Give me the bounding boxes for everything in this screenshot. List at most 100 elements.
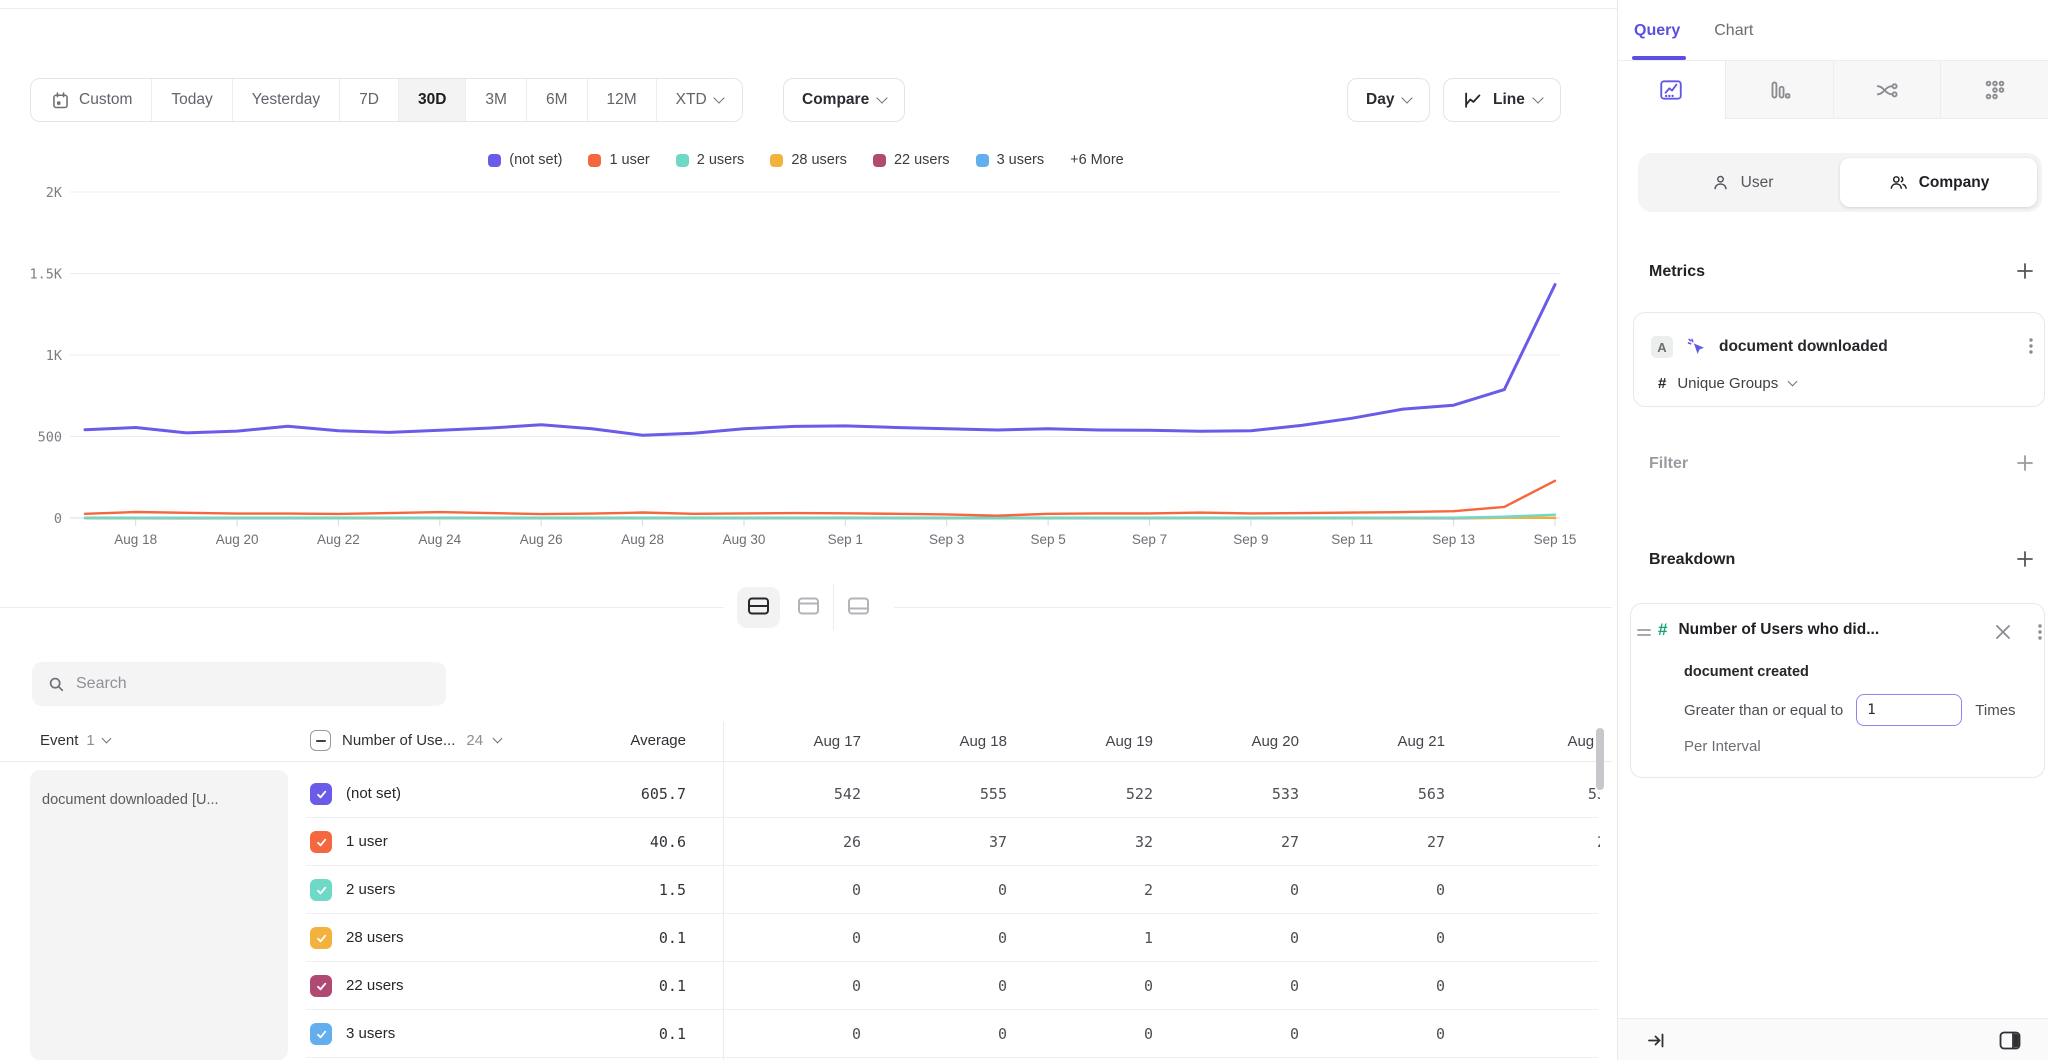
line-chart-type-tab[interactable]: [1618, 61, 1725, 119]
series-value: 0: [1453, 962, 1600, 1010]
check-icon: [314, 1027, 329, 1042]
search-input[interactable]: [76, 675, 432, 693]
add-metric-button[interactable]: [2014, 260, 2036, 282]
metric-menu-button[interactable]: [2022, 335, 2040, 357]
range-button-12m[interactable]: 12M: [588, 79, 657, 121]
svg-text:2K: 2K: [46, 185, 63, 201]
svg-text:Sep 1: Sep 1: [828, 532, 863, 547]
number-property-icon: #: [1658, 620, 1667, 640]
series-value: 0: [1453, 1010, 1600, 1058]
split-view-icon: [746, 594, 771, 618]
table-row: 28 users0.1001000: [0, 914, 1612, 962]
series-value: 542: [723, 770, 869, 818]
drag-handle-icon[interactable]: [1637, 626, 1651, 639]
measure-dropdown[interactable]: # Unique Groups: [1658, 375, 1796, 392]
bottom-pane-icon: [846, 594, 871, 618]
svg-text:Aug 24: Aug 24: [418, 532, 461, 547]
chart-type-dropdown[interactable]: Line: [1443, 78, 1561, 122]
series-value: 533: [1161, 770, 1307, 818]
metric-badge: A: [1651, 336, 1673, 358]
kebab-icon: [2031, 621, 2048, 643]
metric-card[interactable]: A document downloaded # Unique Groups: [1633, 312, 2045, 407]
range-button-custom[interactable]: Custom: [31, 79, 152, 121]
svg-text:Sep 15: Sep 15: [1534, 532, 1577, 547]
svg-text:Aug 22: Aug 22: [317, 532, 360, 547]
series-values: 542555522533563535: [723, 770, 1600, 818]
range-button-xtd[interactable]: XTD: [657, 79, 742, 121]
series-label: 3 users: [346, 1010, 395, 1058]
date-column-header: Aug 19: [1015, 722, 1161, 762]
event-header-label: Event: [40, 732, 78, 749]
range-button-yesterday[interactable]: Yesterday: [233, 79, 340, 121]
chart-only-view-button[interactable]: [784, 584, 834, 630]
group-toggle: User Company: [1638, 153, 2042, 212]
table-row: 1 user40.6263732272725: [0, 818, 1612, 866]
tab-query[interactable]: Query: [1634, 22, 1680, 40]
series-checkbox[interactable]: [310, 1023, 332, 1045]
panel-tabs: Query Chart: [1634, 22, 1753, 40]
series-value: 0: [1307, 866, 1453, 914]
series-checkbox[interactable]: [310, 831, 332, 853]
breakdown-row: # Number of Users who did...: [1658, 620, 1879, 640]
side-panel-button[interactable]: [1998, 1029, 2022, 1057]
search-icon: [46, 674, 66, 694]
select-all-checkbox[interactable]: [310, 730, 331, 751]
breakdown-menu-button[interactable]: [2031, 621, 2048, 643]
range-button-30d[interactable]: 30D: [399, 79, 466, 121]
measure-label: Unique Groups: [1677, 375, 1778, 392]
bar-chart-type-tab[interactable]: [1725, 61, 1833, 119]
average-column-header: Average: [536, 732, 694, 749]
compare-button[interactable]: Compare: [783, 78, 905, 122]
series-label: (not set): [346, 770, 401, 818]
table-row: 2 users1.5002000: [0, 866, 1612, 914]
table-scrollbar[interactable]: [1596, 728, 1604, 790]
company-segment[interactable]: Company: [1840, 158, 2037, 207]
add-filter-button[interactable]: [2014, 452, 2036, 474]
series-checkbox[interactable]: [310, 927, 332, 949]
range-button-3m[interactable]: 3M: [466, 79, 527, 121]
line-chart[interactable]: 05001K1.5K2KAug 18Aug 20Aug 22Aug 24Aug …: [0, 140, 1612, 560]
series-value: 27: [1307, 818, 1453, 866]
table-row: 22 users0.1000000: [0, 962, 1612, 1010]
series-value: 0: [723, 962, 869, 1010]
interval-label: Day: [1366, 91, 1394, 109]
series-value: 0: [869, 914, 1015, 962]
check-icon: [314, 787, 329, 802]
svg-text:1K: 1K: [46, 348, 63, 364]
condition-value-input[interactable]: [1856, 694, 1962, 726]
series-values: 000000: [723, 962, 1600, 1010]
range-button-7d[interactable]: 7D: [340, 79, 399, 121]
svg-text:Sep 3: Sep 3: [929, 532, 964, 547]
check-icon: [314, 979, 329, 994]
line-chart-icon: [1462, 89, 1484, 111]
series-checkbox[interactable]: [310, 783, 332, 805]
series-value: 0: [723, 1010, 869, 1058]
breakdown-card[interactable]: # Number of Users who did... document cr…: [1630, 603, 2045, 778]
flow-chart-icon: [1874, 77, 1900, 103]
series-checkbox[interactable]: [310, 879, 332, 901]
split-view-button[interactable]: [734, 584, 784, 630]
series-value: 0: [1161, 962, 1307, 1010]
svg-text:Aug 28: Aug 28: [621, 532, 664, 547]
remove-breakdown-button[interactable]: [1993, 622, 2013, 642]
range-button-today[interactable]: Today: [152, 79, 232, 121]
more-chart-types-tab[interactable]: [1940, 61, 2048, 119]
collapse-panel-button[interactable]: [1646, 1030, 1667, 1056]
tab-chart[interactable]: Chart: [1714, 22, 1753, 40]
flow-chart-type-tab[interactable]: [1833, 61, 1941, 119]
table-only-view-button[interactable]: [834, 584, 884, 630]
close-icon: [1993, 622, 2013, 642]
range-button-6m[interactable]: 6M: [527, 79, 588, 121]
add-breakdown-button[interactable]: [2014, 548, 2036, 570]
series-checkbox[interactable]: [310, 975, 332, 997]
date-column-header: Aug 22: [1453, 722, 1600, 762]
plus-icon: [2014, 452, 2036, 474]
interval-dropdown[interactable]: Day: [1347, 78, 1430, 122]
user-segment[interactable]: User: [1643, 158, 1840, 207]
metrics-heading: Metrics: [1649, 263, 1705, 281]
metric-event-name: document downloaded: [1719, 338, 1888, 356]
main-area: CustomTodayYesterday7D30D3M6M12MXTD Comp…: [0, 0, 1617, 1060]
event-column-header[interactable]: Event 1: [40, 732, 110, 749]
series-column-header[interactable]: Number of Use... 24: [310, 730, 501, 751]
plus-icon: [2014, 260, 2036, 282]
